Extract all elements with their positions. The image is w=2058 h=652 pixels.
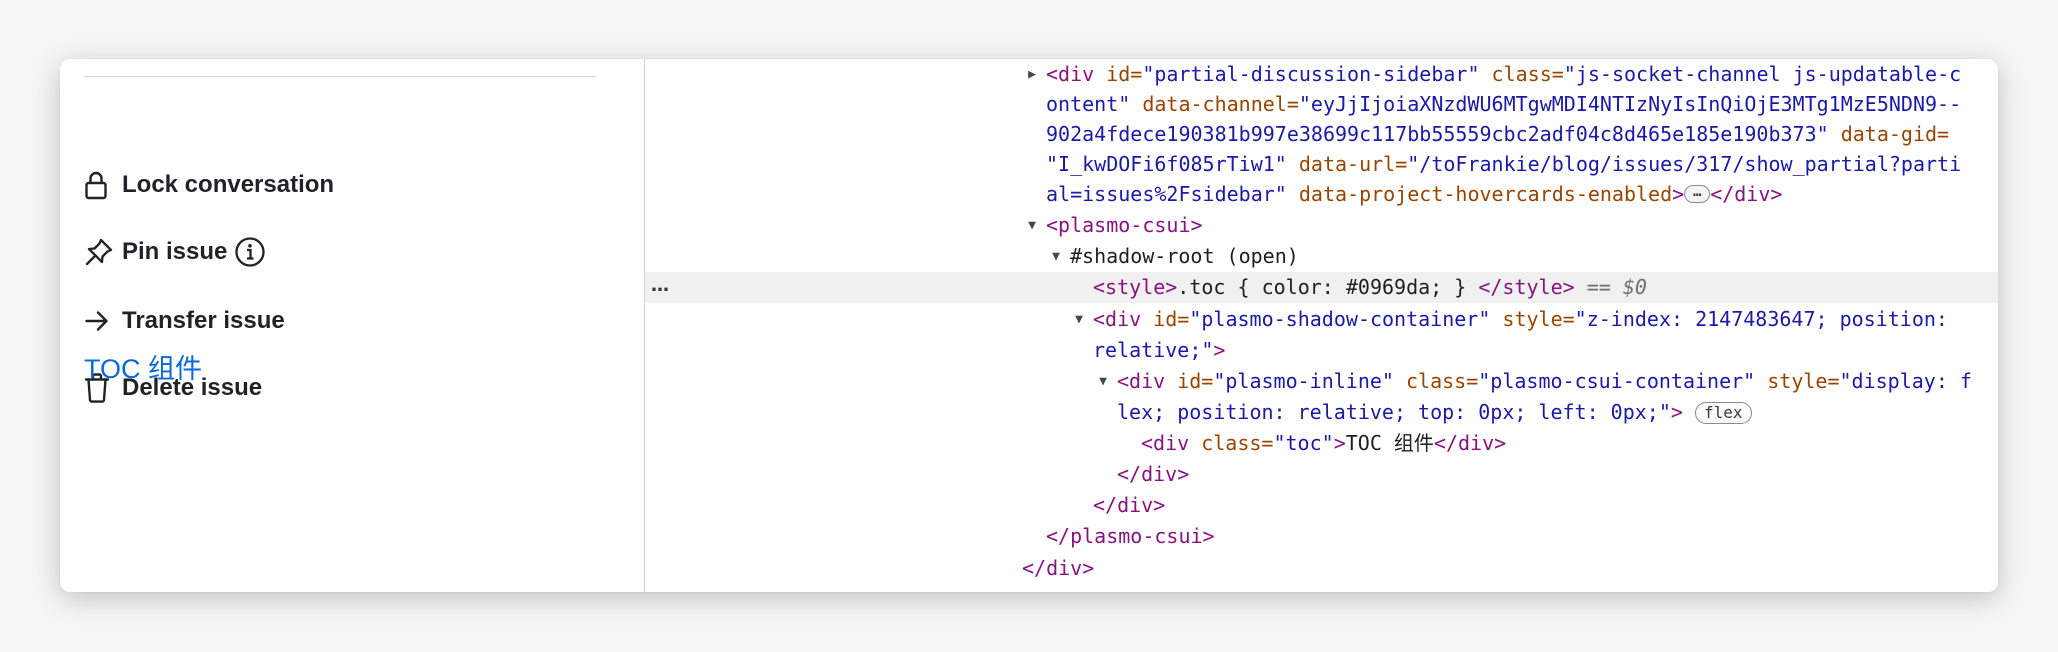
collapsed-children-button[interactable]: … <box>1684 184 1711 203</box>
dom-node-wrap-line: lex; position: relative; top: 0px; left:… <box>645 397 1998 428</box>
attr-name: class= <box>1393 369 1479 393</box>
collapse-triangle-icon[interactable]: ▼ <box>1048 241 1064 272</box>
attr-value[interactable]: al=issues%2Fsidebar" <box>1046 182 1287 206</box>
attr-name: class= <box>1189 431 1274 455</box>
closing-tag: </div> <box>1433 431 1507 455</box>
text-content: .toc { color: #0969da; } <box>1177 275 1479 299</box>
pin-icon <box>84 236 114 268</box>
attr-name: id= <box>1141 307 1190 331</box>
dom-node-wrap-line: relative;"> <box>645 335 1998 366</box>
dom-node-plasmo-csui[interactable]: ▼ <plasmo-csui> <box>645 210 1998 241</box>
toc-component[interactable]: TOC 组件 <box>84 352 202 386</box>
lock-conversation-button[interactable]: Lock conversation <box>84 168 334 202</box>
attr-value[interactable]: 902a4fdece190381b997e38699c117bb55559cbc… <box>1046 122 1829 146</box>
closing-tag: </div> <box>1710 182 1783 206</box>
attr-value[interactable]: "/toFrankie/blog/issues/317/show_partial… <box>1407 152 1961 176</box>
text-content: TOC 组件 <box>1345 431 1434 455</box>
closing-tag: </plasmo-csui> <box>1046 524 1215 548</box>
lock-conversation-label: Lock conversation <box>122 171 335 198</box>
closing-tag: </div> <box>1022 556 1095 580</box>
attr-name: data-project-hovercards-enabled <box>1286 182 1673 206</box>
pin-issue-label: Pin issue <box>122 238 228 265</box>
tag-name: <style> <box>1093 275 1178 299</box>
node-actions-icon[interactable]: … <box>651 272 670 303</box>
tag-name: <div <box>1141 431 1190 455</box>
attr-name: class= <box>1479 62 1564 86</box>
dom-node-wrap-line: "I_kwDOFi6f085rTiw1" data-url="/toFranki… <box>645 149 1998 180</box>
arrow-right-icon <box>84 305 114 337</box>
dom-closing-plasmo-csui[interactable]: </plasmo-csui> <box>645 521 1998 552</box>
attr-name: style= <box>1490 307 1575 331</box>
pin-issue-button[interactable]: Pin issue <box>84 235 266 269</box>
attr-value[interactable]: "eyJjIjoiaXNzdWU6MTgwMDI4NTIzNyIsInQiOjE… <box>1299 92 1961 116</box>
tag-name: <div <box>1046 62 1095 86</box>
tag-bracket: > <box>1672 182 1685 206</box>
attr-value[interactable]: "display: f <box>1840 369 1972 393</box>
console-ref: $0 <box>1622 275 1647 299</box>
dom-node-toc[interactable]: <div class="toc">TOC 组件</div> <box>645 428 1998 459</box>
attr-value[interactable]: "partial-discussion-sidebar" <box>1142 62 1479 86</box>
issue-sidebar: Lock conversation Pin issue Transfer iss… <box>60 59 644 592</box>
equals-marker: == <box>1574 275 1623 299</box>
dom-node-style-selected[interactable]: … <style>.toc { color: #0969da; } </styl… <box>645 272 1998 303</box>
dom-closing-div[interactable]: </div> <box>645 459 1998 490</box>
attr-name: id= <box>1094 62 1143 86</box>
attr-value[interactable]: "plasmo-csui-container" <box>1478 369 1755 393</box>
collapse-triangle-icon[interactable]: ▼ <box>1071 304 1087 335</box>
attr-name: style= <box>1755 369 1840 393</box>
attr-value[interactable]: "plasmo-shadow-container" <box>1189 307 1490 331</box>
attr-name: id= <box>1165 369 1214 393</box>
tag-bracket: > <box>1670 400 1683 424</box>
sidebar-divider <box>84 76 596 77</box>
elements-tree: ▶ <div id="partial-discussion-sidebar" c… <box>645 59 1998 592</box>
shadow-root-label: #shadow-root (open) <box>1070 244 1299 268</box>
transfer-issue-label: Transfer issue <box>122 307 285 334</box>
expand-triangle-icon[interactable]: ▶ <box>1024 59 1040 90</box>
dom-node-wrap-line: al=issues%2Fsidebar" data-project-hoverc… <box>645 179 1998 210</box>
app-window: Lock conversation Pin issue Transfer iss… <box>60 59 1998 592</box>
flex-badge[interactable]: flex <box>1694 401 1752 424</box>
attr-value[interactable]: ontent" <box>1046 92 1130 116</box>
attr-value[interactable]: lex; position: relative; top: 0px; left:… <box>1117 400 1671 424</box>
attr-name: data-channel= <box>1130 92 1299 116</box>
closing-tag: </div> <box>1093 493 1166 517</box>
tag-bracket: > <box>1213 338 1226 362</box>
tag-name: <plasmo-csui> <box>1046 213 1203 237</box>
dom-node-plasmo-shadow-container[interactable]: ▼ <div id="plasmo-shadow-container" styl… <box>645 304 1998 335</box>
attr-value[interactable]: "z-index: 2147483647; position: <box>1575 307 1948 331</box>
tag-name: <div <box>1117 369 1166 393</box>
dom-node-plasmo-inline[interactable]: ▼ <div id="plasmo-inline" class="plasmo-… <box>645 366 1998 397</box>
attr-value[interactable]: relative;" <box>1093 338 1213 362</box>
dom-node-shadow-root[interactable]: ▼ #shadow-root (open) <box>645 241 1998 272</box>
attr-value[interactable]: "toc" <box>1273 431 1333 455</box>
closing-tag: </style> <box>1478 275 1575 299</box>
dom-closing-div[interactable]: </div> <box>645 553 1998 584</box>
dom-node-wrap-line: ontent" data-channel="eyJjIjoiaXNzdWU6MT… <box>645 89 1998 120</box>
collapse-triangle-icon[interactable]: ▼ <box>1024 210 1040 241</box>
attr-value[interactable]: "js-socket-channel js-updatable-c <box>1564 62 1961 86</box>
tag-name: <div <box>1093 307 1142 331</box>
attr-name: data-gid= <box>1828 122 1950 146</box>
attr-name: data-url= <box>1286 152 1408 176</box>
dom-closing-div[interactable]: </div> <box>645 490 1998 521</box>
transfer-issue-button[interactable]: Transfer issue <box>84 304 285 338</box>
collapse-triangle-icon[interactable]: ▼ <box>1095 366 1111 397</box>
lock-icon <box>84 169 114 201</box>
dom-node-partial-discussion-sidebar[interactable]: ▶ <div id="partial-discussion-sidebar" c… <box>645 59 1998 90</box>
info-icon[interactable] <box>234 236 266 268</box>
attr-value[interactable]: "plasmo-inline" <box>1213 369 1394 393</box>
attr-value[interactable]: "I_kwDOFi6f085rTiw1" <box>1046 152 1287 176</box>
closing-tag: </div> <box>1117 462 1190 486</box>
dom-node-wrap-line: 902a4fdece190381b997e38699c117bb55559cbc… <box>645 119 1998 150</box>
tag-bracket: > <box>1333 431 1346 455</box>
